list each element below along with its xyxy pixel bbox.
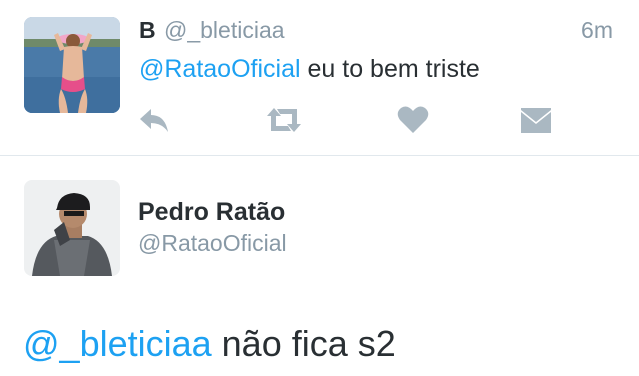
retweet-button[interactable] <box>264 102 304 138</box>
handle[interactable]: @RataoOficial <box>138 229 287 257</box>
avatar-photo <box>24 17 120 113</box>
tweet-thread: B @_bleticiaa 6m @RataoOficial eu to bem… <box>0 0 639 376</box>
avatar[interactable] <box>24 180 120 276</box>
retweet-icon <box>267 108 301 132</box>
handle[interactable]: @_bleticiaa <box>164 16 285 44</box>
direct-message-button[interactable] <box>519 102 553 138</box>
mention-link[interactable]: @_bleticiaa <box>23 323 212 364</box>
display-name[interactable]: B <box>139 16 156 44</box>
reply-icon <box>140 109 168 132</box>
tweet-text: @_bleticiaa não fica s2 <box>23 322 396 366</box>
avatar-photo <box>24 180 120 276</box>
tweet-body: eu to bem triste <box>300 55 480 83</box>
heart-icon <box>397 106 429 133</box>
display-name[interactable]: Pedro Ratão <box>138 197 285 227</box>
envelope-icon <box>521 108 551 133</box>
mention-link[interactable]: @RataoOficial <box>139 55 301 83</box>
tweet-body: não fica s2 <box>211 323 396 364</box>
avatar[interactable] <box>24 17 120 113</box>
tweet-text: @RataoOficial eu to bem triste <box>139 54 480 84</box>
timestamp[interactable]: 6m <box>581 16 613 44</box>
timeline-tweet[interactable]: B @_bleticiaa 6m @RataoOficial eu to bem… <box>0 0 639 155</box>
like-button[interactable] <box>396 102 430 138</box>
divider <box>0 155 639 156</box>
reply-button[interactable] <box>136 102 172 138</box>
